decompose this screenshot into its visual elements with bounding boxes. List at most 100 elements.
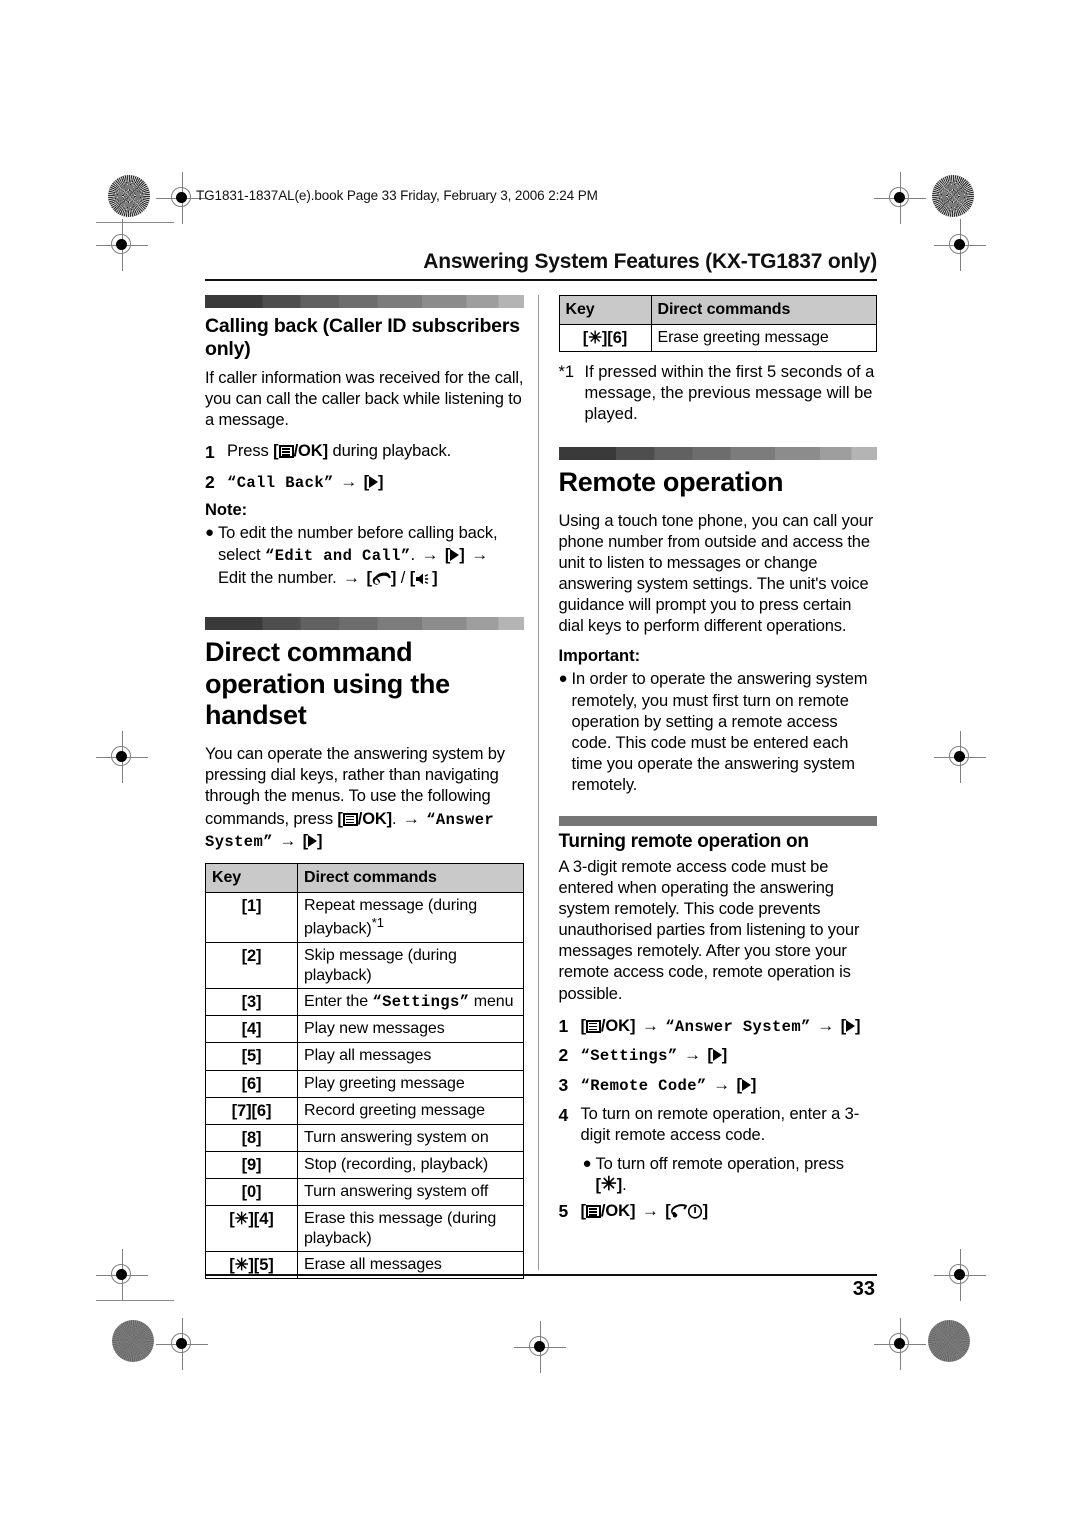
cell-key: [✳][5] [205,1251,298,1280]
bracket-close: ] [750,1076,757,1095]
handset-icon [372,572,391,585]
table-row: [3] Enter the “Settings” menu [205,988,524,1017]
step-number: 3 [558,1075,569,1096]
key-right-nav: [] [707,1046,727,1064]
step-number: 4 [558,1104,569,1125]
table-row: [5] Play all messages [205,1042,524,1071]
bracket-close: ] [629,1202,636,1221]
cell-command: Erase this message (during playback) [297,1205,524,1253]
key-speakerphone: [] [410,569,438,587]
heading-remote-operation: Remote operation [558,466,784,497]
registration-mark-right-lower [934,1249,986,1301]
bracket-close: ] [390,568,397,587]
section-heading-bar-remote-operation [558,446,877,460]
key-menu-ok: [/OK] [581,1017,636,1035]
command-text: Repeat message (during playback) [304,896,478,938]
arrow-glyph: → [421,544,439,564]
important-label: Important: [558,647,641,666]
key-menu-ok: [/OK] [581,1202,636,1220]
step-number: 1 [558,1015,569,1036]
cell-command: Play new messages [297,1015,524,1044]
cell-key: [2] [205,942,298,990]
cell-key: [4] [205,1015,298,1044]
step-remote-5: 5 [/OK] → [] [559,1200,878,1223]
key-right-nav: [] [364,473,384,491]
table-row: [1] Repeat message (during playback)*1 [205,891,524,944]
step-remote-3: 3 “Remote Code” → [] [559,1074,878,1097]
step-remote-2: 2 “Settings” → [] [559,1044,878,1067]
cell-key: [9] [205,1150,298,1180]
play-right-icon [369,475,378,488]
page-number: 33 [852,1278,875,1300]
registration-mark-right-upper [934,219,986,271]
lcd-text-edit-and-call: “Edit and Call” [265,546,411,565]
table-row: [4] Play new messages [205,1015,524,1044]
column-header-direct-commands: Direct commands [297,863,524,893]
arrow-glyph: → [641,1201,659,1221]
step-calling-back-1: 1 Press [/OK] during playback. [205,441,524,464]
cell-command: Turn answering system off [297,1177,524,1207]
note-line-3: Edit the number. [218,568,337,587]
step-number: 2 [205,471,215,492]
play-right-icon [308,835,318,848]
cell-command: Repeat message (during playback)*1 [297,891,524,944]
cell-command: Turn answering system on [297,1123,524,1152]
paragraph-direct-command-intro: You can operate the answering system by … [205,744,524,853]
printer-starburst-bottom-left [112,1320,154,1362]
menu-icon [342,812,358,826]
cell-command: Enter the “Settings” menu [297,988,524,1017]
lcd-text-answer-system: “Answer System” [665,1017,811,1036]
bracket-close: ] [702,1202,709,1221]
step-remote-1: 1 [/OK] → “Answer System” → [] [559,1015,878,1038]
speakerphone-icon [416,573,429,585]
cell-command: Play all messages [297,1042,524,1071]
printer-starburst-bottom-right [928,1320,970,1362]
left-column: Calling back (Caller ID subscribers only… [205,295,538,1280]
cell-command: Stop (recording, playback) [297,1150,524,1180]
sub-bullet-text: To turn off remote operation, press [595,1154,845,1173]
direct-commands-table-continued: Key Direct commands [✳][6] Erase greetin… [558,295,878,352]
heading-calling-back: Calling back (Caller ID subscribers only… [205,315,520,361]
key-right-nav: [] [445,546,465,564]
column-header-direct-commands: Direct commands [650,295,877,325]
step-4-sub-bullet: ● To turn off remote operation, press [✳… [583,1154,878,1196]
note-bullet-edit-number: ● To edit the number before calling back… [205,523,524,589]
table-row: [✳][4] Erase this message (during playba… [205,1205,524,1253]
arrow-glyph: → [471,544,489,564]
key-talk: [] [366,569,396,587]
footnote-1: *1 If pressed within the first 5 seconds… [559,362,878,425]
registration-mark-bottom-center [514,1321,566,1373]
bullet-dot-icon: ● [558,670,568,688]
registration-mark-bottom-right-inner [874,1318,926,1370]
lcd-text-settings: “Settings” [372,993,470,1012]
intro-text-mid: . [392,809,397,828]
running-head: Answering System Features (KX-TG1837 onl… [423,250,877,273]
crop-line-bottom-left [96,1300,174,1301]
key-menu-ok: [/OK] [273,442,328,460]
lcd-text-remote-code: “Remote Code” [580,1077,707,1096]
cell-key: [1] [205,891,298,944]
file-slug-line: TG1831-1837AL(e).book Page 33 Friday, Fe… [196,188,598,203]
step-text-prefix: Press [227,442,274,461]
cell-key: [5] [205,1042,298,1071]
cell-key: [✳][6] [558,323,652,352]
ok-label: /OK [293,442,323,461]
play-right-icon [712,1049,722,1062]
paragraph-turning-remote-on-intro: A 3-digit remote access code must be ent… [558,857,860,1003]
menu-icon [278,445,294,459]
arrow-glyph: → [343,567,360,587]
note-line-1: To edit the number before calling back, [218,523,498,542]
cell-command: Play greeting message [297,1069,524,1098]
bracket-close: ] [855,1016,861,1035]
cell-key: [✳][4] [205,1205,298,1253]
arrow-glyph: → [684,1045,701,1065]
printer-starburst-top-right [932,175,974,217]
arrow-glyph: → [713,1075,731,1095]
registration-mark-top-right-inner [874,172,926,224]
bracket-close: ] [721,1046,728,1065]
step-calling-back-2: 2 “Call Back” → [] [205,471,524,494]
paragraph-calling-back-intro: If caller information was received for t… [205,368,524,429]
key-right-nav: [] [737,1076,757,1094]
key-star: [✳] [596,1175,623,1194]
printer-starburst-top-left [108,175,150,217]
